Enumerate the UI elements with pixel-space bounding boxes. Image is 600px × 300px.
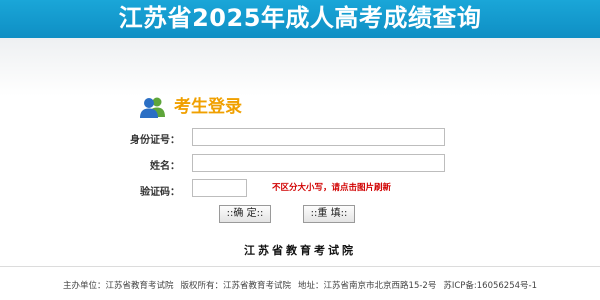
name-input[interactable] xyxy=(192,154,445,172)
footer-divider xyxy=(0,266,600,267)
footer: 主办单位：江苏省教育考试院 版权所有：江苏省教育考试院 地址：江苏省南京市北京西路1… xyxy=(0,279,600,291)
id-number-label: 身份证号： xyxy=(130,135,180,146)
header-gradient-band xyxy=(0,38,600,96)
name-label: 姓名： xyxy=(150,161,180,172)
footer-copyright: 版权所有：江苏省教育考试院 xyxy=(180,281,292,291)
footer-icp: 苏ICP备:16056254号-1 xyxy=(443,281,537,291)
captcha-input[interactable] xyxy=(192,179,247,197)
reset-button[interactable]: ::重 填:: xyxy=(303,205,355,223)
page-header: 江苏省2025年成人高考成绩查询 xyxy=(0,0,600,38)
organization-name: 江苏省教育考试院 xyxy=(244,244,356,257)
footer-host: 主办单位：江苏省教育考试院 xyxy=(63,281,174,291)
captcha-label: 验证码： xyxy=(140,187,180,198)
confirm-button[interactable]: ::确 定:: xyxy=(219,205,271,223)
page-title: 江苏省2025年成人高考成绩查询 xyxy=(118,4,482,32)
captcha-hint: 不区分大小写，请点击图片刷新 xyxy=(272,183,392,193)
footer-address: 地址：江苏省南京市北京西路15-2号 xyxy=(298,281,437,291)
users-icon xyxy=(140,97,165,118)
login-heading: 考生登录 xyxy=(140,94,242,120)
id-number-input[interactable] xyxy=(192,128,445,146)
login-title: 考生登录 xyxy=(174,97,242,117)
